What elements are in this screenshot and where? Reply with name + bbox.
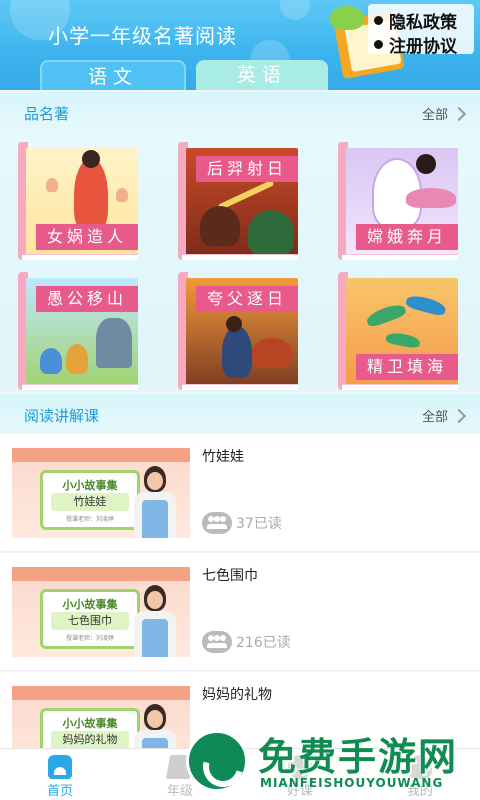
book-title: 后羿射日 xyxy=(196,156,298,182)
register-agreement-link[interactable]: 注册协议 xyxy=(374,32,457,57)
book-card[interactable]: 精卫填海 xyxy=(338,272,458,390)
teacher-figure xyxy=(130,466,180,538)
book-card[interactable]: 夸父逐日 xyxy=(178,272,298,390)
lesson-item[interactable]: 小小故事集 七色围巾 授课老师：刘凌婷 七色围巾 216已读 xyxy=(0,553,480,671)
classics-grid: 女娲造人 后羿射日 嫦娥奔月 愚公移山 夸父逐日 精卫填海 xyxy=(0,130,480,392)
app-header: 小学一年级名著阅读 隐私政策 注册协议 语文 英语 xyxy=(0,0,480,90)
classics-title: 品名著 xyxy=(24,105,70,123)
more-label: 全部 xyxy=(421,108,448,123)
watermark-title: 免费手游网 xyxy=(258,735,459,779)
tab-english[interactable]: 英语 xyxy=(196,60,328,90)
thumb-teacher: 授课老师：刘凌婷 xyxy=(65,516,114,523)
tab-chinese[interactable]: 语文 xyxy=(40,60,186,90)
book-title: 女娲造人 xyxy=(36,224,138,250)
read-count: 216已读 xyxy=(202,631,291,653)
lesson-title: 七色围巾 xyxy=(202,568,258,584)
book-title: 嫦娥奔月 xyxy=(356,224,458,250)
book-title: 夸父逐日 xyxy=(196,286,298,312)
privacy-policy-link[interactable]: 隐私政策 xyxy=(374,8,457,33)
bullet-icon xyxy=(374,16,383,25)
thumb-teacher: 授课老师：刘凌婷 xyxy=(65,635,114,642)
more-label: 全部 xyxy=(421,410,448,425)
book-card[interactable]: 后羿射日 xyxy=(178,142,298,260)
watermark-subtitle: MIANFEISHOUYOUWANG xyxy=(260,776,444,790)
chevron-right-icon xyxy=(451,408,467,423)
watermark: 免费手游网 MIANFEISHOUYOUWANG xyxy=(186,726,480,800)
lectures-section-header: 阅读讲解课 全部 xyxy=(0,394,480,434)
privacy-policy-label: 隐私政策 xyxy=(389,13,457,33)
readers-icon xyxy=(202,631,232,653)
app-title: 小学一年级名著阅读 xyxy=(48,24,237,48)
chevron-right-icon xyxy=(451,106,467,121)
lesson-thumbnail: 小小故事集 七色围巾 授课老师：刘凌婷 xyxy=(12,567,190,657)
thumb-header: 小小故事集 xyxy=(62,598,118,611)
read-count: 37已读 xyxy=(202,512,282,534)
lesson-title: 妈妈的礼物 xyxy=(202,687,272,703)
nav-home[interactable]: 首页 xyxy=(12,749,108,800)
classics-more-button[interactable]: 全部 xyxy=(421,104,467,123)
home-icon xyxy=(48,755,72,779)
lectures-more-button[interactable]: 全部 xyxy=(421,406,467,425)
read-count-label: 216已读 xyxy=(236,635,291,651)
readers-icon xyxy=(202,512,232,534)
classics-section-header: 品名著 全部 xyxy=(0,92,480,132)
thumb-story-title: 妈妈的礼物 xyxy=(51,731,129,749)
thumb-header: 小小故事集 xyxy=(62,479,118,492)
lectures-title: 阅读讲解课 xyxy=(24,407,100,425)
book-title: 精卫填海 xyxy=(356,354,458,380)
thumb-header: 小小故事集 xyxy=(62,717,118,730)
read-count-label: 37已读 xyxy=(236,516,282,532)
watermark-logo-icon xyxy=(186,730,248,792)
thumb-story-title: 七色围巾 xyxy=(51,612,129,630)
book-card[interactable]: 女娲造人 xyxy=(18,142,138,260)
thumb-story-title: 竹娃娃 xyxy=(51,493,129,511)
register-agreement-label: 注册协议 xyxy=(389,37,457,57)
book-title: 愚公移山 xyxy=(36,286,138,312)
lesson-thumbnail: 小小故事集 竹娃娃 授课老师：刘凌婷 xyxy=(12,448,190,538)
lesson-item[interactable]: 小小故事集 竹娃娃 授课老师：刘凌婷 竹娃娃 37已读 xyxy=(0,434,480,552)
nav-home-label: 首页 xyxy=(46,784,73,799)
book-card[interactable]: 愚公移山 xyxy=(18,272,138,390)
bullet-icon xyxy=(374,40,383,49)
lesson-title: 竹娃娃 xyxy=(202,449,244,465)
book-card[interactable]: 嫦娥奔月 xyxy=(338,142,458,260)
policy-links: 隐私政策 注册协议 xyxy=(368,4,474,57)
teacher-figure xyxy=(130,585,180,657)
